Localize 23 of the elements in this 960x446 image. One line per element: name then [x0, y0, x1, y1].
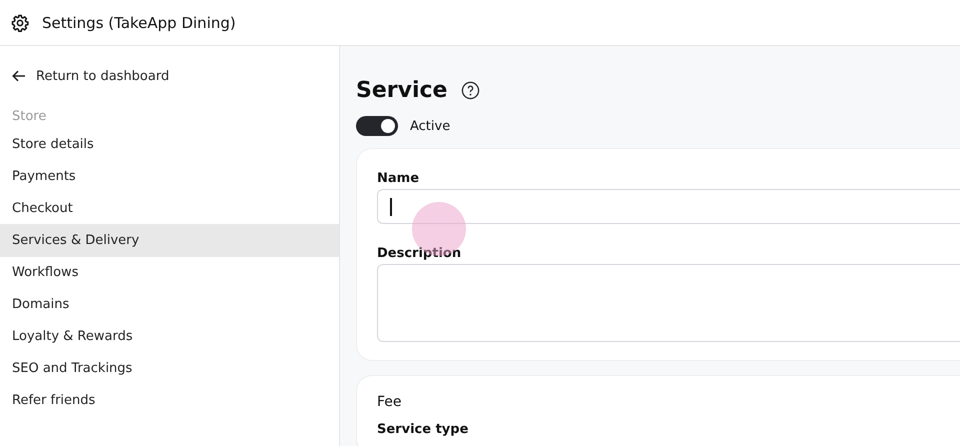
- sidebar-item[interactable]: Payments: [0, 160, 339, 193]
- sidebar-item[interactable]: Domains: [0, 288, 339, 321]
- active-toggle[interactable]: [356, 116, 398, 136]
- sidebar-item[interactable]: Loyalty & Rewards: [0, 320, 339, 353]
- field-label: Description: [377, 246, 462, 261]
- sidebar-item[interactable]: Checkout: [0, 192, 339, 225]
- field-label: Service type: [377, 422, 470, 437]
- help-icon[interactable]: [461, 80, 480, 100]
- card-title: Fee: [377, 394, 403, 410]
- sidebar-item[interactable]: Workflows: [0, 256, 339, 289]
- section-label: Store: [11, 108, 48, 126]
- arrow-left-icon: [12, 70, 26, 82]
- page-title: Settings (TakeApp Dining): [42, 14, 236, 32]
- name-input[interactable]: [377, 189, 960, 224]
- section-title: Service: [356, 78, 448, 102]
- back-link[interactable]: Return to dashboard: [0, 67, 339, 85]
- sidebar-item[interactable]: Store details: [0, 128, 339, 161]
- sidebar-item[interactable]: Services & Delivery: [0, 224, 339, 257]
- sidebar-item[interactable]: SEO and Trackings: [0, 352, 339, 385]
- toggle-label: Active: [410, 118, 450, 134]
- field-label: Name: [377, 171, 420, 186]
- settings-icon: [11, 14, 29, 32]
- sidebar-item[interactable]: Refer friends: [0, 384, 339, 417]
